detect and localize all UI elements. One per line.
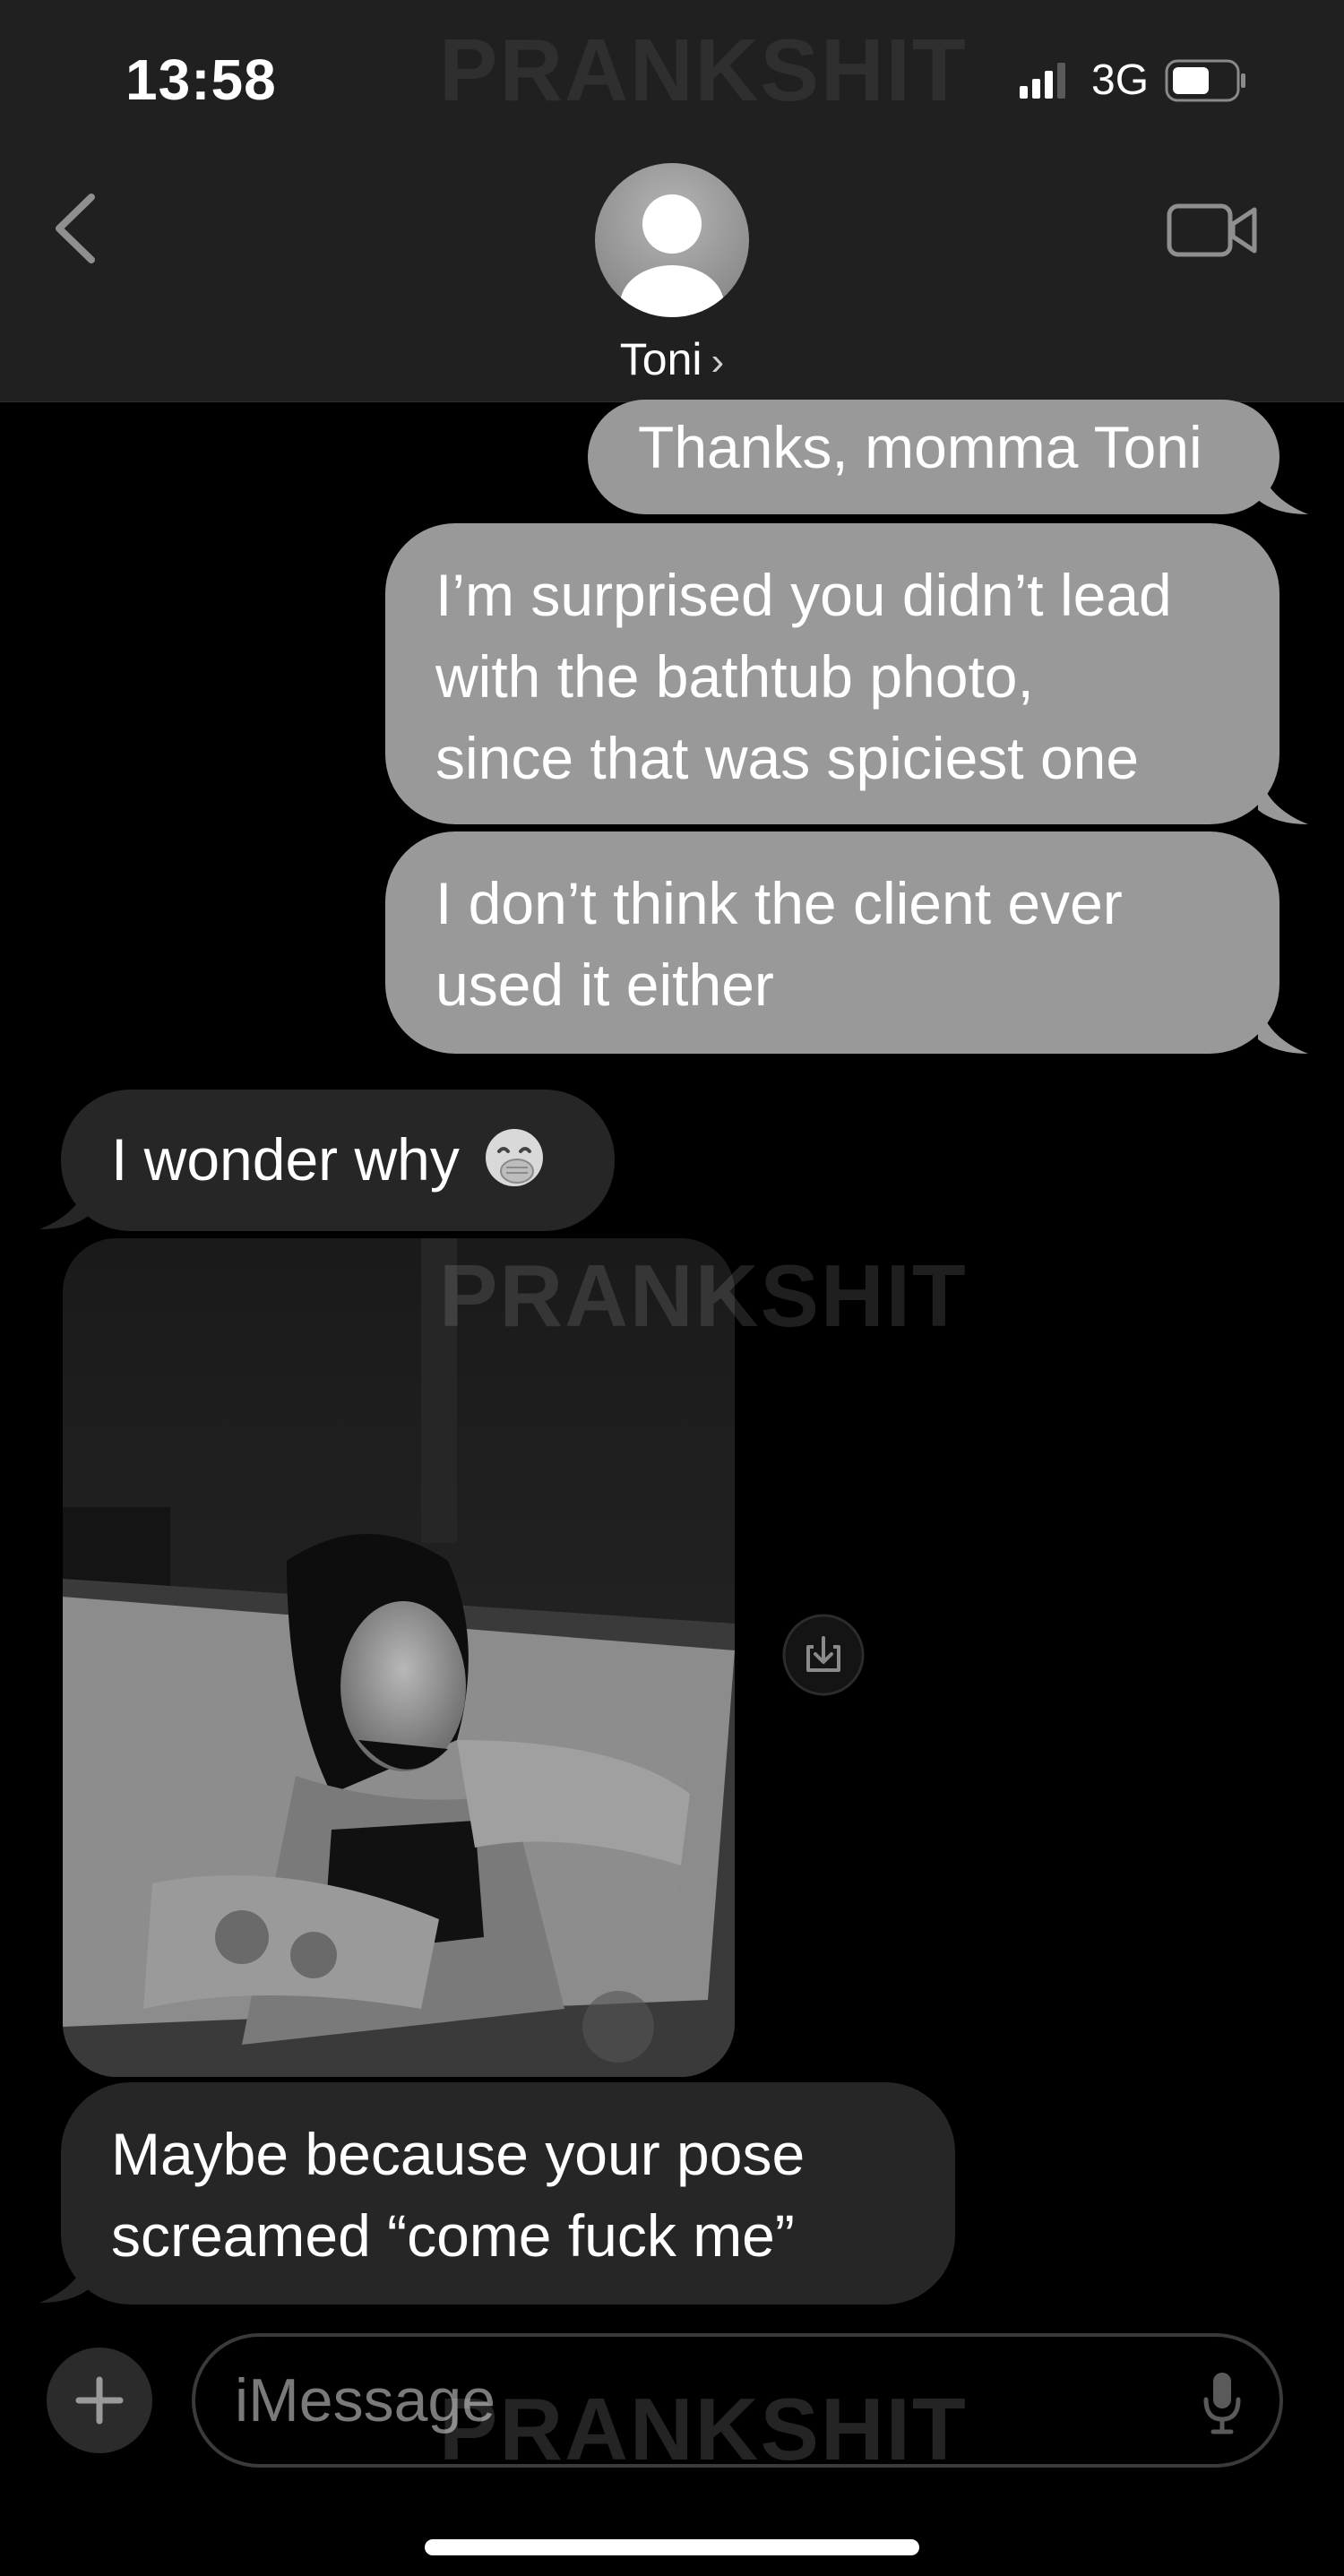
watermark-bottom: PRANKSHIT [439,2380,968,2478]
network-type: 3G [1091,56,1150,104]
message-bubble-sent[interactable]: I’m surprised you didn’t lead with the b… [385,523,1279,824]
contact-avatar[interactable] [595,163,749,317]
message-line: I don’t think the client ever [435,870,1123,936]
message-line: with the bathtub photo, [435,643,1034,710]
battery-icon [1165,59,1245,102]
bubble-tail [1258,1002,1308,1054]
message-line: Maybe because your pose [111,2121,806,2187]
bubble-tail [1258,462,1308,514]
contact-name: Toni [619,334,702,384]
message-bubble-received[interactable]: I wonder why [61,1090,615,1231]
message-line: since that was spiciest one [435,725,1140,791]
bubble-tail [39,2251,90,2303]
video-camera-icon[interactable] [1167,199,1258,262]
person-icon [620,194,724,317]
message-text: I wonder why [111,1126,460,1193]
bubble-tail [39,1177,90,1229]
message-bubble-sent[interactable]: Thanks, momma Toni [588,400,1279,514]
message-line: used it either [435,952,774,1018]
conversation-header: 13:58 PRANKSHIT 3G Toni › [0,0,1344,402]
message-text: Thanks, momma Toni [638,414,1202,480]
add-attachment-button[interactable] [47,2348,152,2453]
contact-name-button[interactable]: Toni › [0,333,1344,385]
watermark-top: PRANKSHIT [439,21,968,119]
chevron-right-icon: › [711,340,725,383]
photo-attachment[interactable] [63,1238,735,2077]
watermark-middle: PRANKSHIT [439,1246,968,1345]
microphone-icon[interactable] [1199,2369,1245,2437]
signal-icon [1020,63,1065,99]
plus-icon [75,2376,124,2425]
message-bubble-sent[interactable]: I don’t think the client ever used it ei… [385,831,1279,1054]
message-bubble-received[interactable]: Maybe because your pose screamed “come f… [61,2082,955,2305]
bathtub-photo [63,1238,735,2077]
message-line: screamed “come fuck me” [111,2202,795,2269]
bubble-tail [1258,772,1308,824]
back-chevron-icon[interactable] [50,188,104,269]
face-with-hand-over-mouth-icon [486,1129,544,1186]
save-download-icon[interactable] [781,1613,866,1697]
home-indicator[interactable] [425,2539,919,2555]
message-line: I’m surprised you didn’t lead [435,562,1172,628]
status-time: 13:58 [125,47,277,112]
